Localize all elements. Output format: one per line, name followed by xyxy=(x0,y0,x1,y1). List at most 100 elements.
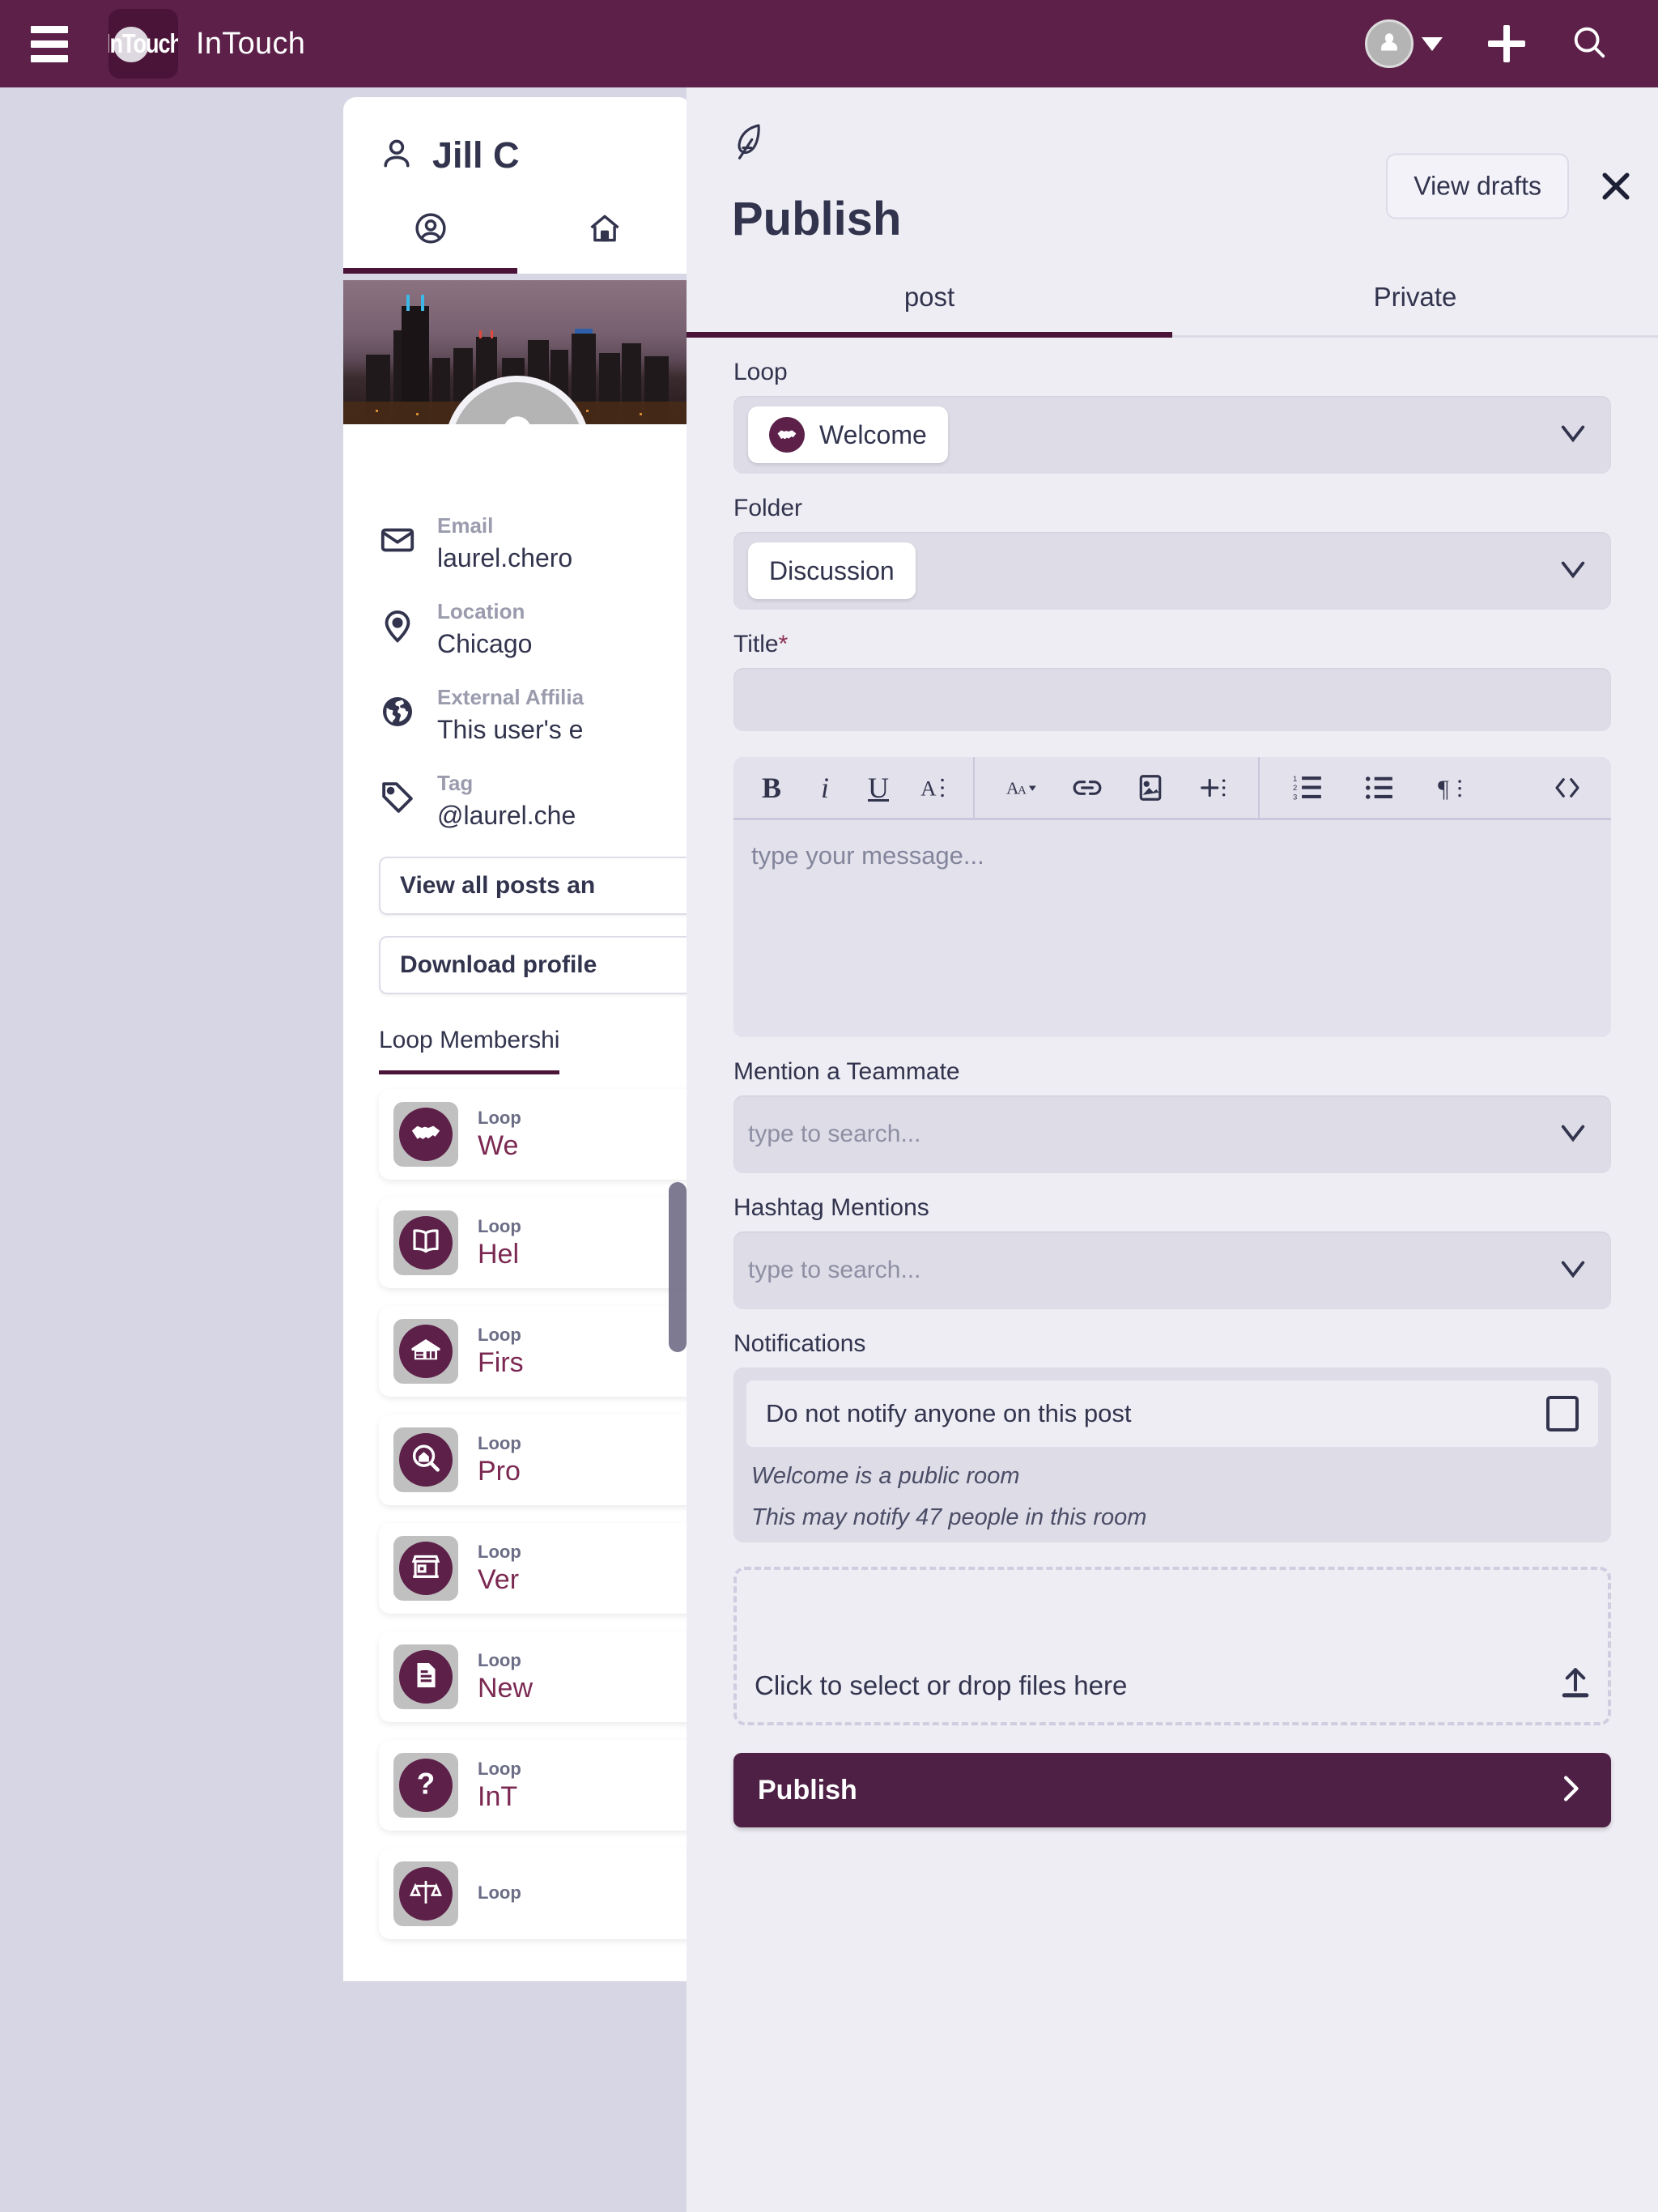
field-value: This user's e xyxy=(437,715,584,744)
insert-icon[interactable] xyxy=(1182,772,1245,803)
loop-thumbnail xyxy=(393,1861,458,1926)
house-search-icon xyxy=(409,1441,443,1479)
notification-note-count: This may notify 47 people in this room xyxy=(751,1504,1147,1530)
document-icon xyxy=(409,1658,443,1696)
hashtag-mentions-select[interactable]: type to search... xyxy=(733,1231,1611,1309)
notification-note-public: Welcome is a public room xyxy=(751,1463,1020,1489)
top-app-bar: InTouch InTouch xyxy=(0,0,1658,87)
tab-private[interactable]: Private xyxy=(1172,282,1658,338)
field-label: Tag xyxy=(437,771,474,795)
title-input[interactable] xyxy=(733,668,1611,731)
message-editor[interactable]: type your message... xyxy=(733,820,1611,1037)
storefront-icon xyxy=(409,1550,443,1588)
svg-text:A: A xyxy=(1018,783,1027,797)
tab-loop-memberships[interactable]: Loop Membershi xyxy=(379,1027,560,1074)
loop-title: Ver xyxy=(478,1563,520,1595)
notifications-label: Notifications xyxy=(733,1330,866,1357)
list-item[interactable]: Loop xyxy=(379,1848,719,1939)
account-menu[interactable] xyxy=(1365,19,1443,68)
profile-name-row: Jill C xyxy=(343,125,691,177)
publish-button[interactable]: Publish xyxy=(733,1753,1611,1827)
paragraph-icon[interactable]: ¶ xyxy=(1415,772,1486,803)
field-value: laurel.chero xyxy=(437,543,573,572)
view-drafts-button[interactable]: View drafts xyxy=(1386,153,1569,219)
do-not-notify-checkbox[interactable] xyxy=(1546,1396,1579,1431)
code-icon[interactable] xyxy=(1528,772,1606,803)
list-item[interactable]: Loop Ver xyxy=(379,1523,719,1614)
list-item[interactable]: Loop Hel xyxy=(379,1197,719,1288)
app-root: InTouch InTouch Jill C xyxy=(0,0,1658,2212)
profile-circle-icon xyxy=(413,211,449,250)
font-size-icon[interactable]: AA xyxy=(988,772,1056,803)
view-all-posts-button[interactable]: View all posts an xyxy=(379,857,719,915)
folder-selected-chip: Discussion xyxy=(748,542,916,599)
do-not-notify-row[interactable]: Do not notify anyone on this post xyxy=(745,1379,1600,1448)
tab-post[interactable]: post xyxy=(687,282,1172,338)
list-item[interactable]: Loop Firs xyxy=(379,1306,719,1397)
mention-teammate-select[interactable]: type to search... xyxy=(733,1095,1611,1173)
link-icon[interactable] xyxy=(1056,772,1119,803)
tab-profile[interactable] xyxy=(343,211,517,274)
chevron-down-icon xyxy=(1422,36,1443,51)
title-label-text: Title xyxy=(733,631,779,657)
field-label: Location xyxy=(437,599,525,623)
page-title: Jill C xyxy=(432,134,520,176)
scales-icon xyxy=(409,1875,443,1913)
mention-placeholder: type to search... xyxy=(748,1121,921,1147)
search-icon[interactable] xyxy=(1571,23,1608,65)
italic-icon[interactable]: i xyxy=(798,771,852,805)
loop-thumbnail xyxy=(393,1319,458,1384)
loop-membership-list: Loop We Loop Hel Loop Firs Loop Pro Loop… xyxy=(343,1074,719,1939)
mention-label: Mention a Teammate xyxy=(733,1058,960,1085)
profile-field-external-affiliation: External Affilia This user's e xyxy=(343,685,691,745)
loop-title: Firs xyxy=(478,1346,524,1378)
globe-icon xyxy=(379,685,416,734)
location-pin-icon xyxy=(379,599,416,649)
user-avatar-icon xyxy=(1365,19,1414,68)
underline-icon[interactable]: U xyxy=(852,771,905,805)
app-logo[interactable]: InTouch xyxy=(108,9,178,79)
chevron-right-icon xyxy=(1554,1772,1587,1809)
loop-thumbnail xyxy=(393,1427,458,1492)
loop-thumbnail xyxy=(393,1536,458,1601)
loop-title: Hel xyxy=(478,1238,520,1270)
emoji-icon[interactable] xyxy=(1606,772,1611,803)
svg-text:2: 2 xyxy=(1293,784,1297,793)
loop-thumbnail xyxy=(393,1644,458,1709)
svg-text:A: A xyxy=(920,776,937,800)
folder-label: Folder xyxy=(733,495,803,521)
profile-column: Jill C Email laurel.chero Location Chica… xyxy=(343,97,719,2212)
publish-header: View drafts Publish xyxy=(687,87,1658,246)
loop-select[interactable]: Welcome xyxy=(733,396,1611,474)
image-icon[interactable] xyxy=(1119,772,1182,803)
list-item[interactable]: Loop We xyxy=(379,1089,719,1180)
publish-tabs: post Private xyxy=(687,282,1658,338)
tab-home[interactable] xyxy=(517,211,691,274)
list-item[interactable]: Loop Pro xyxy=(379,1414,719,1505)
bullet-list-icon[interactable] xyxy=(1344,772,1415,803)
publish-form: Loop Welcome Folder Discussion Title* B … xyxy=(687,359,1658,1827)
list-item[interactable]: ? Loop InT xyxy=(379,1740,719,1831)
folder-selected-label: Discussion xyxy=(769,555,895,585)
text-color-icon[interactable]: A xyxy=(905,772,962,803)
list-item[interactable]: Loop New xyxy=(379,1631,719,1722)
hamburger-menu-icon[interactable] xyxy=(31,25,68,62)
folder-select[interactable]: Discussion xyxy=(733,532,1611,610)
close-icon[interactable] xyxy=(1598,168,1634,204)
plus-icon[interactable] xyxy=(1488,25,1525,62)
field-label: Email xyxy=(437,513,494,538)
download-profile-button[interactable]: Download profile xyxy=(379,936,719,994)
publish-panel: View drafts Publish post Private Loop We… xyxy=(687,87,1658,2212)
profile-scrollbar[interactable] xyxy=(669,1182,687,1352)
bold-icon[interactable]: B xyxy=(745,771,798,805)
loop-title: New xyxy=(478,1672,534,1704)
loop-title: Pro xyxy=(478,1455,521,1487)
notifications-box: Do not notify anyone on this post Welcom… xyxy=(733,1368,1611,1542)
field-value: Chicago xyxy=(437,629,533,658)
file-dropzone[interactable]: Click to select or drop files here xyxy=(733,1567,1611,1725)
handshake-icon xyxy=(769,417,805,453)
loop-kicker: Loop xyxy=(478,1432,521,1453)
message-placeholder: type your message... xyxy=(751,841,984,870)
ordered-list-icon[interactable]: 123 xyxy=(1273,772,1344,803)
loop-selected-label: Welcome xyxy=(819,419,927,449)
